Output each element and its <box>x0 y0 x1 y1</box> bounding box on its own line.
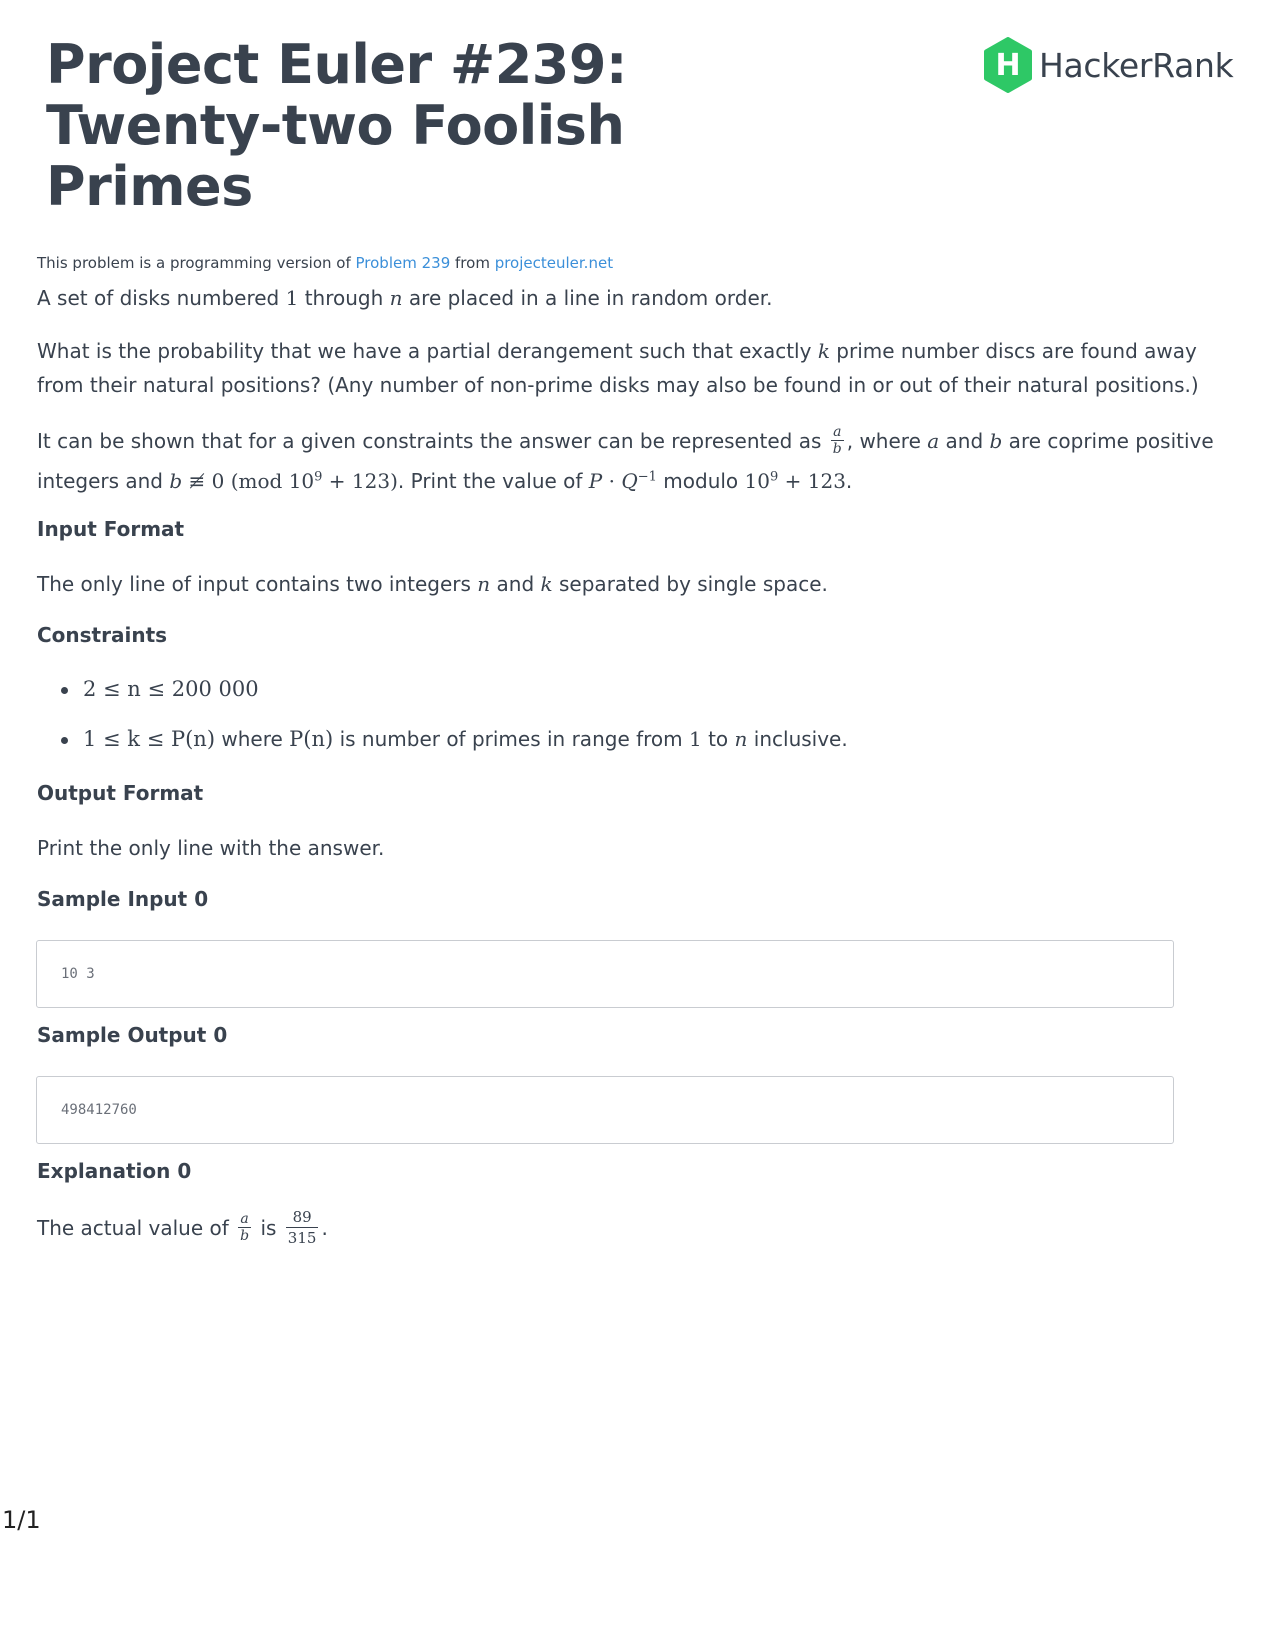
fraction-denominator: b <box>832 441 842 457</box>
input-format-heading: Input Format <box>37 517 185 541</box>
fraction-a-over-b: ab <box>238 1211 252 1244</box>
constraints-heading: Constraints <box>37 623 168 647</box>
text: where <box>215 727 290 751</box>
text: The only line of input contains two inte… <box>37 572 478 596</box>
statement-paragraph-2: What is the probability that we have a p… <box>37 334 1227 402</box>
list-item: 2 ≤ n ≤ 200 000 <box>61 672 848 706</box>
output-format-heading: Output Format <box>37 781 204 805</box>
sample-output-box[interactable]: 498412760 <box>36 1076 1174 1144</box>
text: and <box>490 572 541 596</box>
explanation-heading: Explanation 0 <box>37 1159 192 1183</box>
explanation-text: The actual value of ab is 89 315. <box>37 1206 1227 1250</box>
title-line: Project Euler #239: <box>46 33 628 96</box>
math-b: b <box>989 429 1003 453</box>
math-k: k <box>817 339 830 363</box>
hackerrank-hexagon-icon: H <box>984 37 1032 93</box>
title-line: Twenty-two Foolish <box>46 94 625 157</box>
text: modulo <box>656 469 745 493</box>
text: is <box>254 1216 283 1240</box>
logo-text: HackerRank <box>1039 45 1234 85</box>
hackerrank-logo[interactable]: H HackerRank <box>983 36 1234 94</box>
math-a: a <box>927 429 940 453</box>
source-middle: from <box>450 254 495 272</box>
fraction-numerator: 89 <box>285 1207 319 1228</box>
math-n: n <box>389 286 403 310</box>
text: inclusive. <box>747 727 848 751</box>
text: . Print the value of <box>397 469 589 493</box>
constraint-n-range: 2 ≤ n ≤ 200 000 <box>83 677 259 701</box>
input-format-text: The only line of input contains two inte… <box>37 567 1227 601</box>
math-1: 1 <box>285 286 299 310</box>
math-exponent: −1 <box>637 469 657 485</box>
text: is number of primes in range from <box>333 727 689 751</box>
page-title: Project Euler #239: Twenty-two Foolish P… <box>46 34 666 217</box>
text: The actual value of <box>37 1216 236 1240</box>
math-plus: + 123 <box>778 469 846 493</box>
text: and <box>939 429 990 453</box>
sample-input-value: 10 3 <box>61 966 95 982</box>
math-P: P <box>588 469 603 493</box>
statement-paragraph-1: A set of disks numbered 1 through n are … <box>37 281 1227 315</box>
math-b: b <box>169 469 183 493</box>
math-Q: Q <box>621 469 638 493</box>
sample-output-value: 498412760 <box>61 1102 137 1118</box>
logo-letter: H <box>995 48 1020 83</box>
math-plus: + 123) <box>322 469 398 493</box>
title-line: Primes <box>46 155 253 218</box>
text: are placed in a line in random order. <box>402 286 773 310</box>
math-dot: · <box>602 469 622 493</box>
page-number: 1/1 <box>2 1506 41 1534</box>
text: , where <box>846 429 928 453</box>
math-mod-expression: ≢ 0 (mod 10 <box>182 469 315 493</box>
text: . <box>845 469 853 493</box>
source-prefix: This problem is a programming version of <box>37 254 356 272</box>
math-n: n <box>477 572 491 596</box>
list-item: 1 ≤ k ≤ P(n) where P(n) is number of pri… <box>61 722 848 756</box>
text: through <box>298 286 390 310</box>
statement-paragraph-3: It can be shown that for a given constra… <box>37 421 1227 501</box>
text: A set of disks numbered <box>37 286 286 310</box>
fraction-89-over-315: 89 315 <box>285 1207 319 1248</box>
problem-page: Project Euler #239: Twenty-two Foolish P… <box>0 0 1275 1651</box>
text: . <box>321 1216 328 1240</box>
text: It can be shown that for a given constra… <box>37 429 828 453</box>
sample-input-box[interactable]: 10 3 <box>36 940 1174 1008</box>
sample-output-heading: Sample Output 0 <box>37 1023 228 1047</box>
text: separated by single space. <box>552 572 828 596</box>
math-1: 1 <box>689 727 702 751</box>
fraction-a-over-b: ab <box>830 424 844 457</box>
text: What is the probability that we have a p… <box>37 339 818 363</box>
projecteuler-link[interactable]: projecteuler.net <box>495 254 613 272</box>
source-note: This problem is a programming version of… <box>37 254 613 272</box>
fraction-numerator: a <box>830 424 844 441</box>
fraction-denominator: 315 <box>287 1229 317 1247</box>
sample-input-heading: Sample Input 0 <box>37 887 209 911</box>
fraction-numerator: a <box>238 1211 252 1228</box>
constraints-list: 2 ≤ n ≤ 200 000 1 ≤ k ≤ P(n) where P(n) … <box>37 672 848 772</box>
text: to <box>701 727 735 751</box>
problem-link[interactable]: Problem 239 <box>356 254 451 272</box>
output-format-text: Print the only line with the answer. <box>37 836 385 860</box>
math-n: n <box>734 727 748 751</box>
fraction-denominator: b <box>240 1228 250 1244</box>
math-k: k <box>540 572 553 596</box>
math-Pn: P(n) <box>289 727 334 751</box>
math-modulus: 10 <box>744 469 770 493</box>
constraint-k-range: 1 ≤ k ≤ P(n) <box>83 727 216 751</box>
